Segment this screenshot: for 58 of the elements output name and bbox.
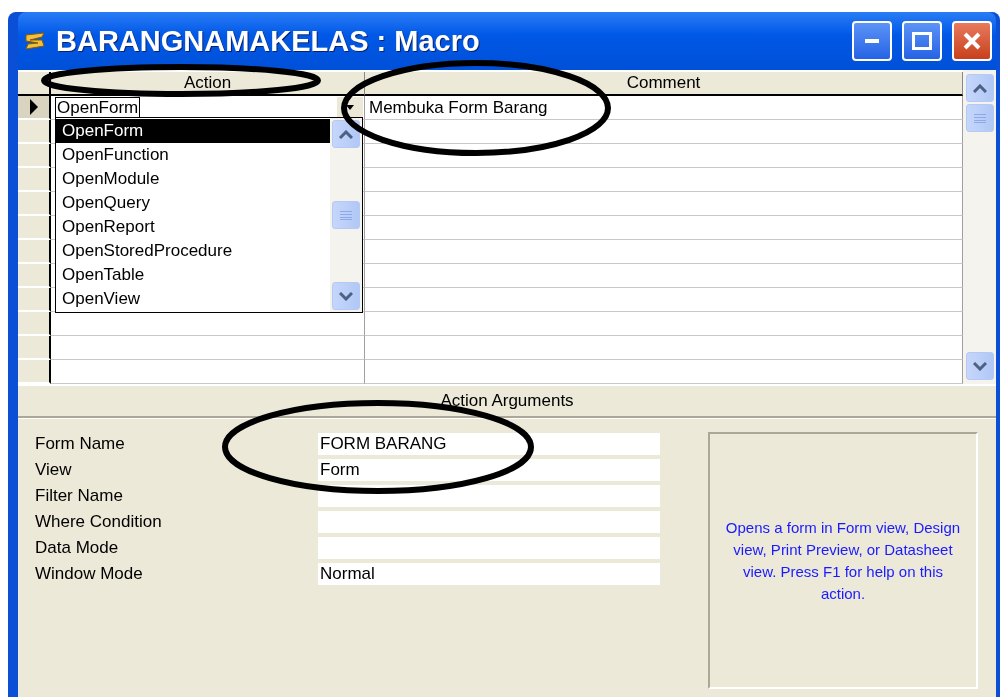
row-selector[interactable] xyxy=(18,288,51,312)
scroll-thumb[interactable] xyxy=(965,104,994,132)
row-selector[interactable] xyxy=(18,96,51,120)
row-selector[interactable] xyxy=(18,216,51,240)
comment-cell[interactable] xyxy=(365,192,963,216)
row-selector[interactable] xyxy=(18,264,51,288)
scroll-down-button[interactable] xyxy=(332,282,360,310)
argument-field[interactable]: FORM BARANG xyxy=(318,433,660,455)
help-text: Opens a form in Form view, Design view, Print Preview, or Datasheet view. Press F1 for help on this action. xyxy=(725,517,961,604)
macro-icon xyxy=(24,32,46,50)
comment-cell[interactable] xyxy=(365,360,963,384)
argument-label: View xyxy=(35,460,73,480)
comment-cell[interactable] xyxy=(365,216,963,240)
grid-scrollbar[interactable] xyxy=(963,70,996,384)
argument-label: Filter Name xyxy=(35,486,124,506)
comment-cell[interactable]: Membuka Form Barang xyxy=(365,96,963,120)
row-selector[interactable] xyxy=(18,120,51,144)
argument-field[interactable]: Form xyxy=(318,459,660,481)
scroll-thumb[interactable] xyxy=(332,201,360,229)
maximize-icon xyxy=(912,32,932,50)
row-selector[interactable] xyxy=(18,144,51,168)
window-title: BARANGNAMAKELAS : Macro xyxy=(56,24,481,58)
maximize-button[interactable] xyxy=(902,21,942,61)
minimize-button[interactable] xyxy=(852,21,892,61)
caret-icon xyxy=(346,105,354,110)
grip-icon xyxy=(973,113,986,123)
comment-cell[interactable] xyxy=(365,168,963,192)
action-cell[interactable] xyxy=(51,360,365,384)
minimize-icon xyxy=(865,39,879,43)
argument-label: Where Condition xyxy=(35,512,163,532)
section-title: Action Arguments xyxy=(440,391,574,411)
grip-icon xyxy=(340,210,352,220)
row-selector[interactable] xyxy=(18,240,51,264)
comment-cell[interactable] xyxy=(365,264,963,288)
row-selector[interactable] xyxy=(18,168,51,192)
scroll-down-button[interactable] xyxy=(965,352,994,380)
current-row-icon xyxy=(28,99,39,115)
action-cell[interactable] xyxy=(51,336,365,360)
comment-cell[interactable] xyxy=(365,336,963,360)
comment-cell[interactable] xyxy=(365,144,963,168)
argument-label: Data Mode xyxy=(35,538,120,558)
comment-cell[interactable] xyxy=(365,120,963,144)
comment-cell[interactable] xyxy=(365,240,963,264)
argument-field[interactable] xyxy=(318,511,660,533)
row-selector[interactable] xyxy=(18,360,51,384)
close-button[interactable] xyxy=(952,21,992,61)
argument-field[interactable] xyxy=(318,537,660,559)
row-selector[interactable] xyxy=(18,192,51,216)
comment-cell[interactable] xyxy=(365,312,963,336)
argument-label: Form Name xyxy=(35,434,126,454)
argument-field[interactable]: Normal xyxy=(318,563,660,585)
row-selector[interactable] xyxy=(18,336,51,360)
close-icon xyxy=(962,31,982,51)
dropdown-item[interactable]: OpenForm xyxy=(56,119,330,143)
row-selector[interactable] xyxy=(18,312,51,336)
argument-label: Window Mode xyxy=(35,564,144,584)
list-scrollbar[interactable] xyxy=(330,118,362,312)
comment-cell[interactable] xyxy=(365,288,963,312)
